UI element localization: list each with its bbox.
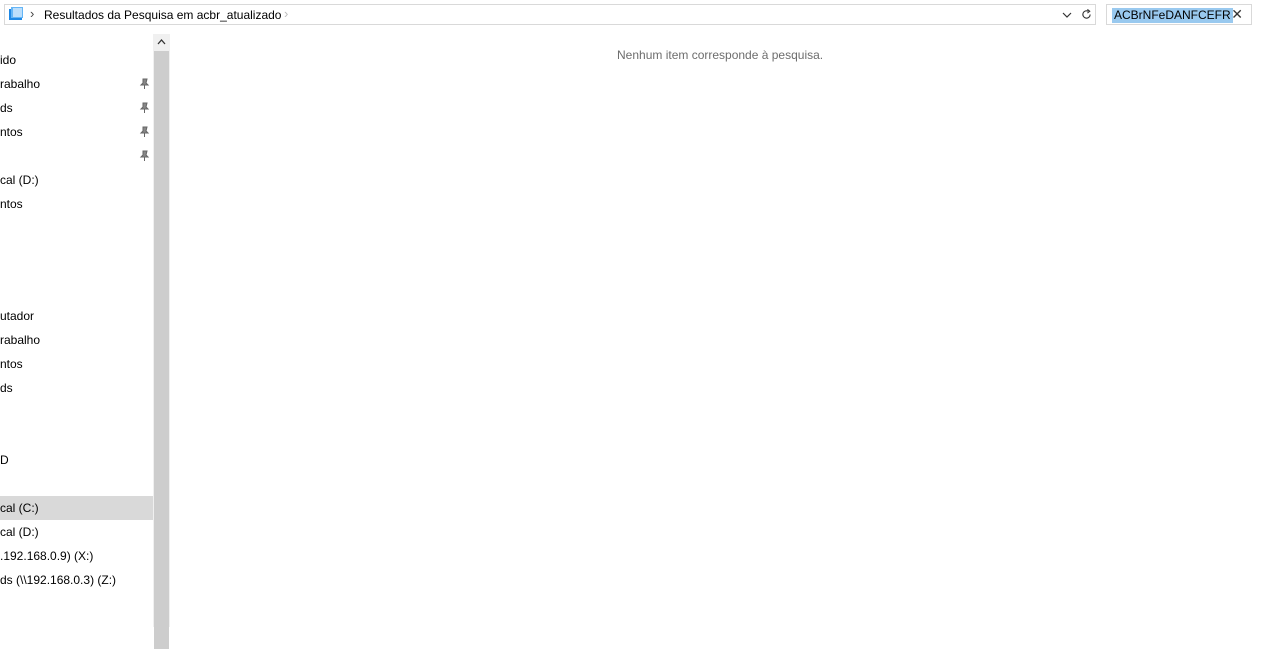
- nav-scrollbar[interactable]: [153, 34, 170, 649]
- nav-item[interactable]: [0, 144, 153, 168]
- nav-item[interactable]: cal (D:): [0, 168, 153, 192]
- nav-item[interactable]: ntos: [0, 192, 153, 216]
- search-input[interactable]: ACBrNFeDANFCEFR: [1112, 8, 1233, 23]
- breadcrumb[interactable]: Resultados da Pesquisa em acbr_atualizad…: [44, 8, 281, 22]
- scrollbar-thumb[interactable]: [154, 51, 169, 649]
- chevron-up-icon[interactable]: [153, 34, 170, 50]
- nav-item[interactable]: ds: [0, 376, 153, 400]
- pin-icon[interactable]: [139, 102, 150, 114]
- breadcrumb-separator-trailing[interactable]: ›: [284, 6, 288, 21]
- nav-item[interactable]: rabalho: [0, 328, 153, 352]
- empty-results-message: Nenhum item corresponde à pesquisa.: [617, 48, 824, 62]
- nav-item[interactable]: ntos: [0, 120, 153, 144]
- pin-icon[interactable]: [139, 126, 150, 138]
- pin-icon[interactable]: [139, 78, 150, 90]
- nav-item-selected[interactable]: cal (C:): [0, 496, 153, 520]
- nav-item[interactable]: utador: [0, 304, 153, 328]
- nav-item[interactable]: .192.168.0.9) (X:): [0, 544, 153, 568]
- address-bar[interactable]: › Resultados da Pesquisa em acbr_atualiz…: [4, 4, 1078, 25]
- nav-item[interactable]: ds (\\192.168.0.3) (Z:): [0, 568, 153, 592]
- navigation-pane: ido rabalho ds ntos cal (D:) ntos utador…: [0, 34, 153, 627]
- nav-item[interactable]: ds: [0, 96, 153, 120]
- search-box[interactable]: ACBrNFeDANFCEFR ✕: [1106, 4, 1252, 25]
- close-icon[interactable]: ✕: [1231, 7, 1243, 22]
- refresh-icon: [1081, 9, 1091, 19]
- nav-item[interactable]: rabalho: [0, 72, 153, 96]
- nav-item[interactable]: ido: [0, 48, 153, 72]
- refresh-button[interactable]: [1077, 4, 1096, 25]
- nav-item[interactable]: D: [0, 448, 153, 472]
- nav-item[interactable]: ntos: [0, 352, 153, 376]
- chevron-down-icon[interactable]: [1057, 5, 1077, 24]
- nav-item[interactable]: cal (D:): [0, 520, 153, 544]
- pin-icon[interactable]: [139, 150, 150, 162]
- breadcrumb-separator: ›: [30, 6, 35, 21]
- folder-icon: [9, 7, 23, 20]
